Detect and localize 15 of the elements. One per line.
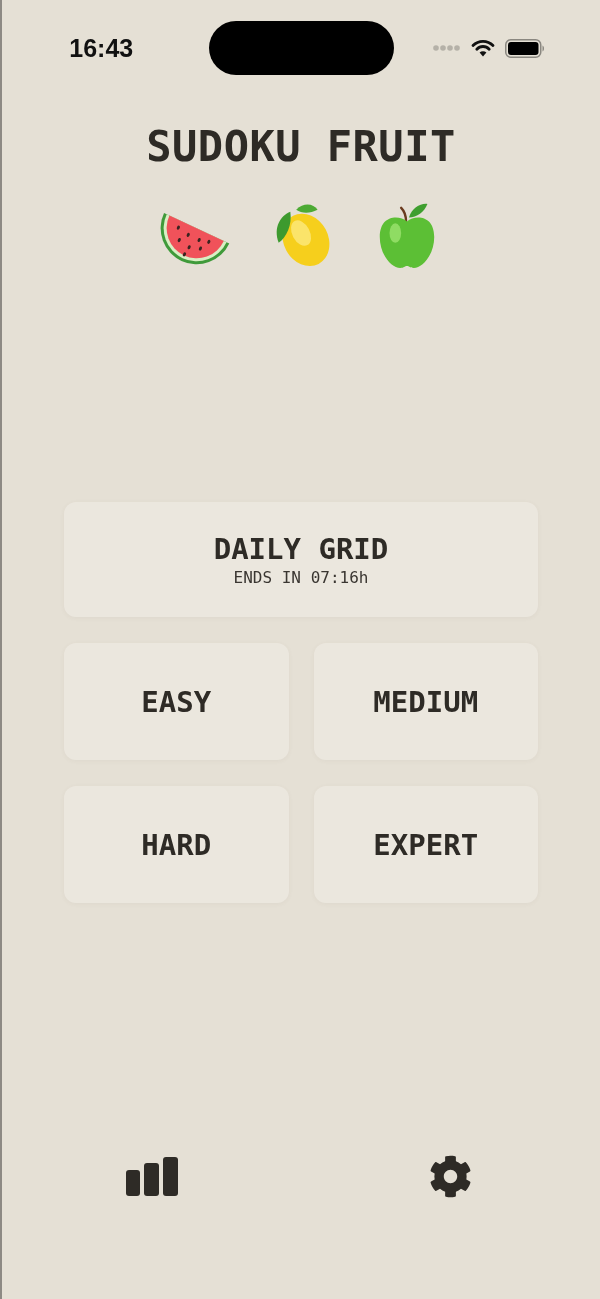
signal-dots-icon [432,45,461,51]
wifi-icon [470,39,495,57]
status-time: 16:43 [69,33,135,63]
difficulty-button[interactable]: EXPERT [313,786,538,903]
countdown-text: ENDS IN 07:16h [233,567,369,588]
difficulty-button[interactable]: HARD [64,786,289,903]
settings-icon [429,1155,472,1198]
bar-chart-icon [125,1157,178,1196]
app-title: SUDOKU FRUIT [145,123,457,171]
difficulty-button[interactable]: MEDIUM [313,643,538,760]
battery-icon [504,38,545,58]
daily-grid-button[interactable]: DAILY GRID ENDS IN 07:16h [64,502,538,617]
settings-button[interactable] [429,1155,472,1198]
difficulty-button[interactable]: EASY [64,643,289,760]
stats-button[interactable] [125,1157,178,1196]
